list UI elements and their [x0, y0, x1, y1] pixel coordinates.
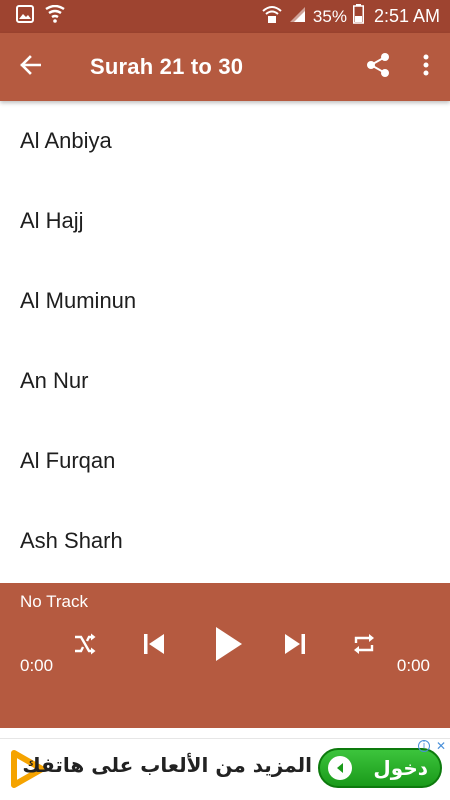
- ad-arrow-icon: [328, 756, 352, 780]
- ad-headline: المزيد من الألعاب على هاتفك: [22, 753, 312, 777]
- list-item-an-nur[interactable]: An Nur: [0, 341, 450, 421]
- list-item-al-anbiya[interactable]: Al Anbiya: [0, 101, 450, 181]
- shuffle-icon: [73, 633, 97, 660]
- repeat-icon: [352, 632, 376, 661]
- list-item-label: Al Hajj: [20, 208, 84, 233]
- skip-next-icon: [283, 632, 307, 661]
- wifi-calling-icon: [261, 4, 283, 29]
- clock: 2:51 AM: [373, 6, 440, 26]
- status-right: 35% 2:51 AM: [261, 4, 440, 29]
- signal-icon: [289, 5, 307, 28]
- share-button[interactable]: [354, 33, 402, 101]
- status-bar: 35% 2:51 AM: [0, 0, 450, 33]
- image-notification-icon: [16, 5, 34, 28]
- list-item-label: Al Anbiya: [20, 128, 112, 153]
- battery-icon: [352, 4, 364, 29]
- previous-button[interactable]: [137, 629, 171, 663]
- skip-previous-icon: [142, 632, 166, 661]
- overflow-menu-button[interactable]: [402, 33, 450, 101]
- list-item-al-muminun[interactable]: Al Muminun: [0, 261, 450, 341]
- battery-percent: 35%: [312, 6, 347, 26]
- list-item-ash-sharh[interactable]: Ash Sharh: [0, 501, 450, 581]
- total-time: 0:00: [396, 656, 430, 675]
- status-left: [16, 4, 66, 28]
- current-time: 0:00: [20, 656, 54, 675]
- list-item-al-hajj[interactable]: Al Hajj: [0, 181, 450, 261]
- play-button[interactable]: [208, 624, 250, 668]
- list-item-label: Ash Sharh: [20, 528, 123, 553]
- divider: [0, 728, 450, 738]
- media-player: No Track 0:00 0:00: [0, 583, 450, 728]
- share-icon: [365, 52, 391, 83]
- track-title: No Track: [20, 592, 89, 611]
- arrow-back-icon: [19, 54, 42, 81]
- shield-notification-icon: [44, 4, 66, 28]
- bottom-strip: [0, 795, 450, 800]
- shuffle-button[interactable]: [68, 629, 102, 663]
- list-item-label: An Nur: [20, 368, 89, 393]
- more-vert-icon: [422, 54, 430, 81]
- list-item-al-furqan[interactable]: Al Furqan: [0, 421, 450, 501]
- info-icon[interactable]: i: [418, 740, 430, 752]
- ad-enter-label: دخول: [373, 756, 428, 780]
- list-item-label: Al Furqan: [20, 448, 116, 473]
- ad-enter-button[interactable]: دخول: [318, 748, 442, 788]
- app-bar: Surah 21 to 30: [0, 33, 450, 101]
- next-button[interactable]: [278, 629, 312, 663]
- ad-banner[interactable]: المزيد من الألعاب على هاتفك دخول i ✕: [0, 738, 450, 795]
- surah-list[interactable]: Al Anbiya Al Hajj Al Muminun An Nur Al F…: [0, 101, 450, 583]
- list-item-label: Al Muminun: [20, 288, 137, 313]
- close-icon[interactable]: ✕: [436, 739, 446, 753]
- play-icon: [214, 626, 244, 667]
- repeat-button[interactable]: [347, 629, 381, 663]
- back-button[interactable]: [0, 33, 60, 101]
- page-title: Surah 21 to 30: [90, 54, 244, 79]
